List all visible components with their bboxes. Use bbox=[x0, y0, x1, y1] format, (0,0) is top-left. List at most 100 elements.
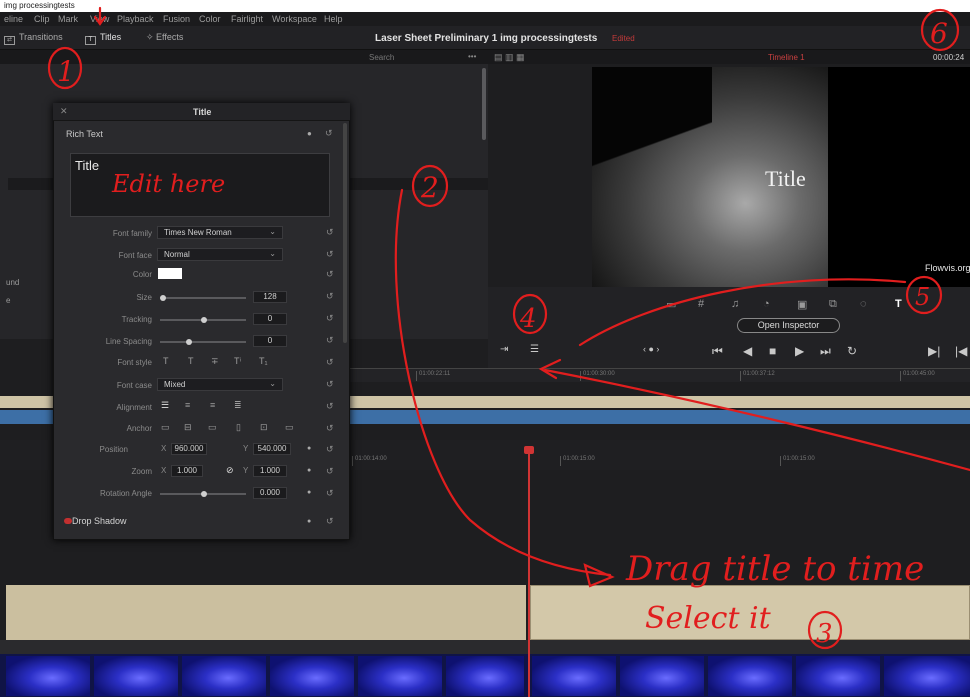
anchor-top-icon[interactable]: ▭ bbox=[161, 422, 170, 433]
jog-icon[interactable]: ‹ ● › bbox=[643, 344, 659, 354]
reset-icon[interactable]: ↺ bbox=[326, 313, 334, 324]
menu-color[interactable]: Color bbox=[199, 14, 221, 24]
title-text-editor[interactable] bbox=[70, 153, 330, 217]
keyframe-dot-icon[interactable]: ● bbox=[307, 489, 311, 496]
rich-text-section[interactable]: Rich Text bbox=[66, 129, 103, 139]
transitions-button[interactable]: ⇄ Transitions bbox=[4, 32, 63, 45]
reset-icon[interactable]: ↺ bbox=[326, 466, 334, 477]
reset-icon[interactable]: ↺ bbox=[326, 357, 334, 368]
hash-icon[interactable]: # bbox=[698, 298, 704, 310]
video-clip-thumbnail[interactable] bbox=[182, 656, 266, 696]
video-clip-thumbnail[interactable] bbox=[796, 656, 880, 696]
anchor-left-icon[interactable]: ▯ bbox=[236, 422, 241, 433]
zoom-x-field[interactable]: 1.000 bbox=[171, 465, 203, 477]
skip-forward-icon[interactable]: ⏭ bbox=[820, 344, 831, 359]
size-slider[interactable] bbox=[160, 295, 246, 301]
menu-playback[interactable]: Playback bbox=[117, 14, 154, 24]
next-edit-icon[interactable]: ▶| bbox=[928, 344, 940, 358]
position-y-field[interactable]: 540.000 bbox=[253, 443, 291, 455]
menu-help[interactable]: Help bbox=[324, 14, 343, 24]
reset-icon[interactable]: ↺ bbox=[326, 516, 334, 527]
anchor-center-icon[interactable]: ⊡ bbox=[260, 422, 268, 433]
titles-button[interactable]: T Titles bbox=[85, 32, 121, 45]
video-clip-thumbnail[interactable] bbox=[94, 656, 178, 696]
reset-icon[interactable]: ↺ bbox=[326, 444, 334, 455]
timeline-name[interactable]: Timeline 1 bbox=[768, 53, 805, 62]
video-clip-thumbnail[interactable] bbox=[358, 656, 442, 696]
align-right-icon[interactable]: ≡ bbox=[210, 400, 215, 410]
align-center-icon[interactable]: ≡ bbox=[185, 400, 190, 410]
link-icon[interactable]: ⊘ bbox=[226, 465, 234, 476]
bold-style-icon[interactable]: T bbox=[163, 356, 169, 366]
strikethrough-icon[interactable]: ∓ bbox=[211, 356, 219, 367]
stop-icon[interactable]: ■ bbox=[769, 344, 776, 358]
more-options-icon[interactable]: ••• bbox=[468, 52, 476, 61]
anchor-middle-icon[interactable]: ⊟ bbox=[184, 422, 192, 433]
reset-icon[interactable]: ↺ bbox=[325, 128, 333, 139]
title-clip[interactable] bbox=[530, 585, 970, 640]
menu-mark[interactable]: Mark bbox=[58, 14, 78, 24]
slider-knob[interactable] bbox=[201, 317, 207, 323]
rotation-slider[interactable] bbox=[160, 491, 246, 497]
menu-fairlight[interactable]: Fairlight bbox=[231, 14, 263, 24]
video-clip-thumbnail[interactable] bbox=[270, 656, 354, 696]
reset-icon[interactable]: ↺ bbox=[326, 379, 334, 390]
menu-view[interactable]: View bbox=[90, 14, 109, 24]
font-face-select[interactable]: Normal ⌄ bbox=[157, 248, 283, 261]
align-left-icon[interactable]: ☰ bbox=[161, 400, 169, 411]
inspector-settings-icon[interactable]: ☰ bbox=[530, 344, 539, 355]
view-mode-icon[interactable]: ▤ ▥ ▦ bbox=[494, 52, 525, 63]
reset-icon[interactable]: ↺ bbox=[326, 488, 334, 499]
playhead-handle[interactable] bbox=[524, 446, 534, 454]
play-icon[interactable]: ▶ bbox=[795, 344, 804, 358]
inspector-scrollbar[interactable] bbox=[343, 123, 347, 343]
text-tool-icon[interactable]: T bbox=[895, 298, 902, 310]
superscript-icon[interactable]: Tⁱ bbox=[234, 356, 241, 367]
playhead[interactable] bbox=[528, 448, 530, 697]
line-spacing-slider[interactable] bbox=[160, 339, 246, 345]
reset-icon[interactable]: ↺ bbox=[326, 269, 334, 280]
tracking-field[interactable]: 0 bbox=[253, 313, 287, 325]
transform-icon[interactable]: ⧉ bbox=[829, 298, 837, 311]
prev-edit-icon[interactable]: |◀ bbox=[955, 344, 967, 358]
menu-fusion[interactable]: Fusion bbox=[163, 14, 190, 24]
anchor-right-icon[interactable]: ▭ bbox=[285, 422, 294, 433]
keyframe-dot-icon[interactable]: ● bbox=[307, 467, 311, 474]
upper-timeline-ruler[interactable]: 01:00:22:11 01:00:30:00 01:00:37:12 01:0… bbox=[340, 368, 970, 382]
reset-icon[interactable]: ↺ bbox=[326, 227, 334, 238]
skip-back-icon[interactable]: ⏮ bbox=[712, 344, 723, 359]
effects-button[interactable]: ✧ Effects bbox=[146, 32, 183, 43]
reset-icon[interactable]: ↺ bbox=[326, 401, 334, 412]
reset-icon[interactable]: ↺ bbox=[326, 423, 334, 434]
size-field[interactable]: 128 bbox=[253, 291, 287, 303]
speed-icon[interactable]: ◔ bbox=[763, 298, 770, 310]
slider-knob[interactable] bbox=[201, 491, 207, 497]
tracking-slider[interactable] bbox=[160, 317, 246, 323]
camera-icon[interactable]: ▣ bbox=[797, 298, 807, 311]
menu-timeline[interactable]: eline bbox=[4, 14, 23, 24]
step-back-icon[interactable]: ◀ bbox=[743, 344, 752, 358]
effects-tab-icon[interactable]: ◌ bbox=[860, 298, 867, 310]
panel-scrollbar[interactable] bbox=[482, 68, 486, 140]
close-icon[interactable]: ✕ bbox=[60, 106, 68, 117]
zoom-y-field[interactable]: 1.000 bbox=[253, 465, 287, 477]
clip-icon[interactable]: ▭ bbox=[666, 298, 676, 311]
insert-icon[interactable]: ⇥ bbox=[500, 344, 508, 355]
keyframe-dot-icon[interactable]: ● bbox=[307, 445, 311, 452]
slider-knob[interactable] bbox=[160, 295, 166, 301]
reset-icon[interactable]: ↺ bbox=[326, 249, 334, 260]
reset-icon[interactable]: ↺ bbox=[326, 291, 334, 302]
line-spacing-field[interactable]: 0 bbox=[253, 335, 287, 347]
audio-icon[interactable]: ♫ bbox=[731, 298, 739, 310]
video-clip-thumbnail[interactable] bbox=[446, 656, 524, 696]
video-clip-thumbnail[interactable] bbox=[532, 656, 616, 696]
font-family-select[interactable]: Times New Roman ⌄ bbox=[157, 226, 283, 239]
video-clip-thumbnail[interactable] bbox=[6, 656, 90, 696]
video-clip-thumbnail[interactable] bbox=[708, 656, 792, 696]
open-inspector-button[interactable]: Open Inspector bbox=[737, 318, 840, 333]
font-case-select[interactable]: Mixed ⌄ bbox=[157, 378, 283, 391]
reset-icon[interactable]: ↺ bbox=[326, 335, 334, 346]
position-x-field[interactable]: 960.000 bbox=[171, 443, 207, 455]
align-justify-icon[interactable]: ≣ bbox=[234, 400, 242, 411]
menu-clip[interactable]: Clip bbox=[34, 14, 50, 24]
